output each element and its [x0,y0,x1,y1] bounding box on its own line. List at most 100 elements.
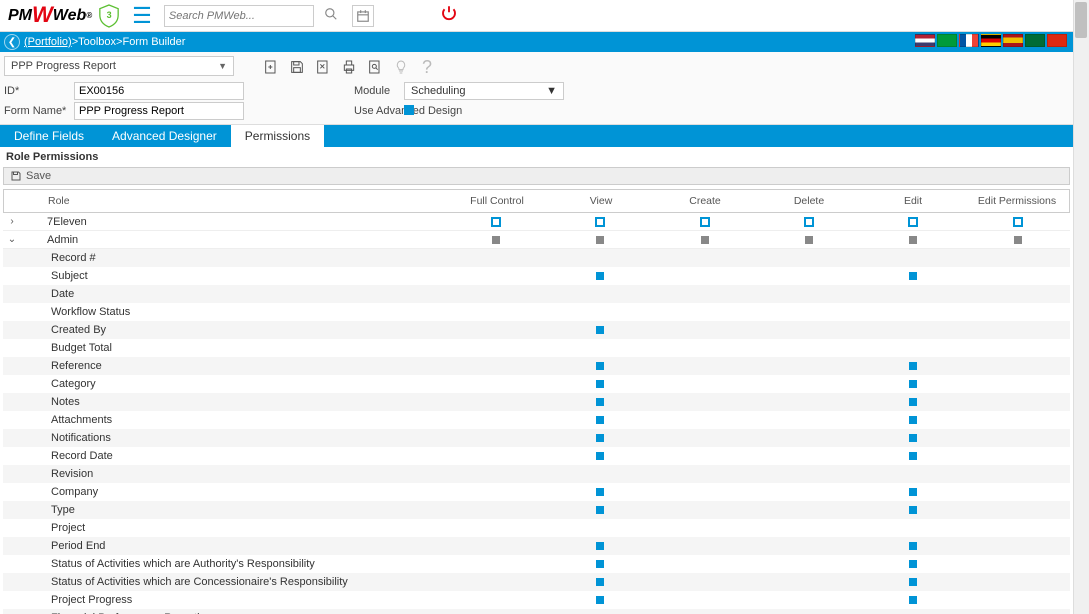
formname-field[interactable] [74,102,244,120]
search-icon[interactable] [320,7,342,24]
flag-fr[interactable] [959,34,979,47]
flag-sa[interactable] [1025,34,1045,47]
view-checkbox[interactable] [596,380,604,388]
field-name: Type [39,504,444,516]
expand-icon[interactable]: ⌄ [3,234,21,245]
edit-checkbox[interactable] [909,272,917,280]
search-input[interactable] [169,10,309,22]
id-field[interactable] [74,82,244,100]
field-name: Attachments [39,414,444,426]
view-checkbox[interactable] [596,596,604,604]
language-flags [915,34,1067,47]
field-name: Created By [39,324,444,336]
search-input-wrap[interactable] [164,5,314,27]
module-dropdown[interactable]: Scheduling ▼ [404,82,564,100]
form-select-dropdown[interactable]: PPP Progress Report ▼ [4,56,234,76]
view-checkbox[interactable] [596,362,604,370]
field-row: Created By [3,321,1070,339]
scrollbar-thumb[interactable] [1075,2,1087,38]
edit-checkbox[interactable] [909,578,917,586]
view-checkbox[interactable] [596,452,604,460]
edit-checkbox[interactable] [909,452,917,460]
section-title: Role Permissions [0,147,1073,167]
field-name: Subject [39,270,444,282]
idea-icon[interactable] [390,56,412,78]
permission-checkbox[interactable] [595,217,605,227]
edit-checkbox[interactable] [909,362,917,370]
view-checkbox[interactable] [596,434,604,442]
permission-checkbox[interactable] [491,217,501,227]
field-row: Reference [3,357,1070,375]
breadcrumb-portfolio[interactable]: (Portfolio) [24,36,72,48]
edit-checkbox[interactable] [909,542,917,550]
edit-checkbox[interactable] [909,488,917,496]
form-select-value: PPP Progress Report [11,60,116,72]
flag-de[interactable] [981,34,1001,47]
shield-badge[interactable]: 3 [98,4,120,28]
permission-checkbox[interactable] [1013,217,1023,227]
preview-icon[interactable] [364,56,386,78]
menu-icon[interactable]: ☰ [126,3,158,29]
edit-checkbox[interactable] [909,398,917,406]
new-record-icon[interactable] [260,56,282,78]
flag-cn[interactable] [1047,34,1067,47]
view-checkbox[interactable] [596,542,604,550]
permission-checkbox[interactable] [700,217,710,227]
field-name: Notifications [39,432,444,444]
save-icon[interactable] [286,56,308,78]
tab-advanced-designer[interactable]: Advanced Designer [98,125,231,147]
save-button[interactable]: Save [3,167,1070,185]
permission-checkbox[interactable] [1014,236,1022,244]
view-checkbox[interactable] [596,416,604,424]
edit-checkbox[interactable] [909,416,917,424]
permission-checkbox[interactable] [596,236,604,244]
breadcrumb: ❮ (Portfolio) > Toolbox > Form Builder [0,32,1073,52]
flag-us[interactable] [915,34,935,47]
id-label: ID* [4,85,74,97]
field-row: Status of Activities which are Concessio… [3,573,1070,591]
view-checkbox[interactable] [596,578,604,586]
permission-checkbox[interactable] [804,217,814,227]
print-icon[interactable] [338,56,360,78]
tab-define-fields[interactable]: Define Fields [0,125,98,147]
view-checkbox[interactable] [596,272,604,280]
advdesign-label: Use Advanced Design [354,105,404,117]
tab-permissions[interactable]: Permissions [231,125,324,147]
field-row: Category [3,375,1070,393]
topbar: PMWWeb® 3 ☰ [0,0,1073,32]
calendar-icon[interactable] [352,5,374,27]
vertical-scrollbar[interactable] [1073,0,1089,614]
view-checkbox[interactable] [596,488,604,496]
field-row: Workflow Status [3,303,1070,321]
permission-checkbox[interactable] [805,236,813,244]
view-checkbox[interactable] [596,326,604,334]
view-checkbox[interactable] [596,560,604,568]
col-delete: Delete [757,195,861,207]
edit-checkbox[interactable] [909,380,917,388]
permission-checkbox[interactable] [909,236,917,244]
power-icon[interactable] [440,4,458,27]
breadcrumb-toolbox[interactable]: Toolbox [78,36,116,48]
permission-checkbox[interactable] [908,217,918,227]
edit-checkbox[interactable] [909,560,917,568]
help-icon[interactable]: ? [416,56,438,78]
flag-es[interactable] [1003,34,1023,47]
advdesign-checkbox[interactable] [404,105,414,115]
form-header: PPP Progress Report ▼ ? ID* Module Sched… [0,52,1073,125]
expand-icon[interactable]: › [3,216,21,227]
view-checkbox[interactable] [596,506,604,514]
flag-br[interactable] [937,34,957,47]
field-name: Status of Activities which are Authority… [39,558,444,570]
edit-checkbox[interactable] [909,434,917,442]
col-edit: Edit [861,195,965,207]
field-name: Category [39,378,444,390]
back-button[interactable]: ❮ [4,34,20,50]
edit-checkbox[interactable] [909,506,917,514]
field-row: Project Progress [3,591,1070,609]
permission-checkbox[interactable] [701,236,709,244]
view-checkbox[interactable] [596,398,604,406]
delete-icon[interactable] [312,56,334,78]
permission-checkbox[interactable] [492,236,500,244]
field-name: Date [39,288,444,300]
edit-checkbox[interactable] [909,596,917,604]
